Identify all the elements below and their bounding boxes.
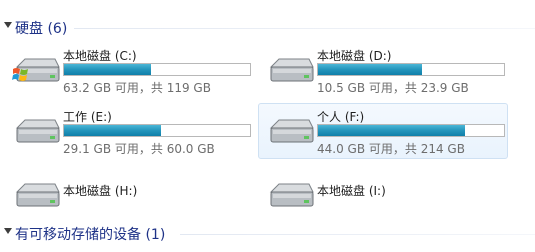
- capacity-fill: [64, 64, 152, 75]
- drive-d[interactable]: 本地磁盘 (D:) 10.5 GB 可用，共 23.9 GB: [258, 42, 508, 98]
- drive-i[interactable]: 本地磁盘 (I:): [258, 175, 508, 217]
- capacity-bar: [63, 124, 251, 137]
- drive-size-text: 44.0 GB 可用，共 214 GB: [317, 142, 465, 156]
- group-title: 硬盘 (6): [15, 21, 68, 37]
- drive-e[interactable]: 工作 (E:) 29.1 GB 可用，共 60.0 GB: [4, 103, 254, 159]
- hard-drive-icon: [11, 114, 61, 150]
- collapse-arrow-icon[interactable]: [4, 228, 12, 234]
- capacity-bar: [317, 63, 505, 76]
- capacity-fill: [64, 125, 161, 136]
- drive-name: 个人 (F:): [317, 110, 365, 124]
- drive-name: 本地磁盘 (I:): [317, 184, 386, 198]
- group-divider: [74, 28, 535, 29]
- windows-logo-icon: [12, 68, 28, 81]
- hard-drive-icon: [11, 178, 61, 214]
- capacity-bar: [63, 63, 251, 76]
- capacity-fill: [318, 64, 423, 75]
- drive-f[interactable]: 个人 (F:) 44.0 GB 可用，共 214 GB: [258, 103, 508, 159]
- removable-group-header[interactable]: 有可移动存储的设备 (1): [0, 223, 535, 245]
- hard-disks-group-header[interactable]: 硬盘 (6): [0, 17, 535, 39]
- drive-c[interactable]: 本地磁盘 (C:) 63.2 GB 可用，共 119 GB: [4, 42, 254, 98]
- drive-size-text: 63.2 GB 可用，共 119 GB: [63, 81, 211, 95]
- hard-drive-icon: [265, 114, 315, 150]
- drive-name: 工作 (E:): [63, 110, 112, 124]
- hard-drive-icon: [265, 53, 315, 89]
- drive-size-text: 10.5 GB 可用，共 23.9 GB: [317, 81, 469, 95]
- drive-size-text: 29.1 GB 可用，共 60.0 GB: [63, 142, 215, 156]
- capacity-fill: [318, 125, 465, 136]
- drive-name: 本地磁盘 (C:): [63, 49, 137, 63]
- drive-name: 本地磁盘 (H:): [63, 184, 138, 198]
- hard-drive-icon: [11, 53, 61, 89]
- capacity-bar: [317, 124, 505, 137]
- group-title: 有可移动存储的设备 (1): [15, 227, 166, 243]
- collapse-arrow-icon[interactable]: [4, 22, 12, 28]
- drive-name: 本地磁盘 (D:): [317, 49, 392, 63]
- group-divider: [180, 234, 535, 235]
- hard-drive-icon: [265, 178, 315, 214]
- drive-h[interactable]: 本地磁盘 (H:): [4, 175, 254, 217]
